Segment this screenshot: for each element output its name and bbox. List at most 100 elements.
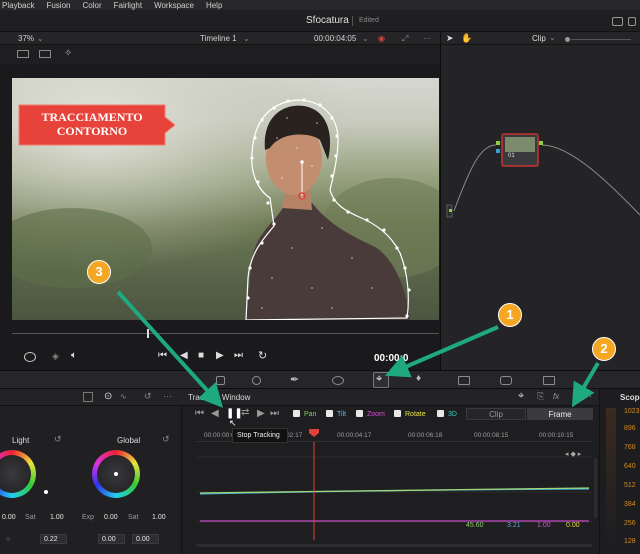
split-screen-icon[interactable] xyxy=(39,50,51,58)
audio-icon[interactable]: 🔈︎ xyxy=(71,350,77,361)
title-bar: Sfocatura Edited xyxy=(0,10,640,32)
playhead-marker[interactable] xyxy=(308,428,320,438)
keyframe-nav-icon[interactable]: ◂ ◆ ▸ xyxy=(565,451,582,458)
frame-mode-button[interactable]: Frame xyxy=(527,408,593,420)
ruler-tick: 00:00:06:18 xyxy=(408,432,443,439)
menu-help[interactable]: Help xyxy=(206,1,222,10)
global-value-2[interactable]: 0.00 xyxy=(136,536,150,543)
more-options-icon[interactable]: ··· xyxy=(583,391,592,401)
zoom-checkbox[interactable] xyxy=(356,410,363,417)
node-rgb-in[interactable] xyxy=(496,141,500,145)
wheel-handle[interactable] xyxy=(44,490,48,494)
ruler-tick: 00:00:08:15 xyxy=(474,432,509,439)
light-value[interactable]: 0.00 xyxy=(2,514,16,521)
highlight-icon[interactable]: ✧ xyxy=(64,48,72,59)
layers-icon[interactable]: ◈ xyxy=(52,351,59,362)
scrubber-track[interactable] xyxy=(12,333,439,334)
tilt-value: 3.21 xyxy=(507,522,521,529)
lightbox-icon[interactable] xyxy=(612,17,623,26)
node-rgb-out[interactable] xyxy=(539,141,543,145)
loop-icon[interactable]: ↻ xyxy=(258,349,267,362)
light-color-wheel[interactable] xyxy=(0,450,36,498)
menu-playback[interactable]: Playback xyxy=(2,1,34,10)
stop-icon[interactable]: ■ xyxy=(198,350,204,361)
key-palette-icon[interactable] xyxy=(458,376,470,385)
3d-checkbox[interactable] xyxy=(437,410,444,417)
tracker-graph[interactable]: ◂ ◆ ▸ xyxy=(197,442,592,540)
timeline-dropdown[interactable]: Timeline 1 xyxy=(200,34,237,43)
play-reverse-icon[interactable]: ◀ xyxy=(180,350,188,361)
chevron-down-icon[interactable]: ⌄ xyxy=(37,34,44,43)
last-frame-icon[interactable]: ⏭︎ xyxy=(234,350,243,361)
light-value-2[interactable]: 0.22 xyxy=(44,536,58,543)
node-key-in[interactable] xyxy=(496,149,500,153)
annotation-text: TRACCIAMENTO CONTORNO xyxy=(41,110,143,138)
chevron-down-icon[interactable]: ⌄ xyxy=(549,33,556,42)
zoom-dropdown[interactable]: 37% xyxy=(18,34,34,43)
zoom-slider-track[interactable] xyxy=(571,39,631,40)
global-value-1[interactable]: 0.00 xyxy=(102,536,116,543)
ruler-tick: 00:00:10:15 xyxy=(539,432,574,439)
viewer-scrubber[interactable] xyxy=(12,320,439,346)
tracker-scrollbar[interactable] xyxy=(196,544,592,547)
scope-tick: 512 xyxy=(624,482,636,489)
clip-mode-button[interactable]: Clip xyxy=(466,408,526,420)
window-palette-icon[interactable] xyxy=(332,376,344,385)
3d-label: 3D xyxy=(448,411,457,418)
crosshair-icon[interactable]: ⌖ xyxy=(518,390,524,403)
light-sat-label: Sat xyxy=(25,514,36,521)
play-icon[interactable]: ▶ xyxy=(216,350,224,361)
waveform-icon[interactable]: ∿ xyxy=(120,392,127,401)
3d-palette-icon[interactable] xyxy=(543,376,555,385)
node-mode-dropdown[interactable]: Clip xyxy=(532,34,546,43)
menu-fairlight[interactable]: Fairlight xyxy=(114,1,142,10)
menu-fusion[interactable]: Fusion xyxy=(46,1,70,10)
global-exp-value[interactable]: 0.00 xyxy=(104,514,118,521)
more-options-icon[interactable]: ··· xyxy=(423,34,431,43)
rotate-checkbox[interactable] xyxy=(394,410,401,417)
project-title: Sfocatura xyxy=(306,15,349,26)
reset-icon[interactable]: ↺ xyxy=(162,434,170,445)
wheel-handle[interactable] xyxy=(114,472,118,476)
pan-checkbox[interactable] xyxy=(293,410,300,417)
chevron-down-icon[interactable]: ⌄ xyxy=(243,34,250,43)
qualifier-picker-icon[interactable]: ✒ xyxy=(290,373,299,386)
track-reverse-frame-icon[interactable]: ⏮︎ xyxy=(195,408,204,419)
track-both-icon[interactable]: ⇄ xyxy=(241,407,249,418)
fullscreen-icon[interactable]: ⤢ xyxy=(402,34,408,44)
first-frame-icon[interactable]: ⏮︎ xyxy=(158,350,167,361)
tilt-checkbox[interactable] xyxy=(326,410,333,417)
scrubber-playhead[interactable] xyxy=(147,329,149,338)
inspector-icon[interactable] xyxy=(628,17,636,26)
primaries-icon[interactable]: ⊙ xyxy=(104,391,112,402)
tracker-panel-title: Tracker - Window xyxy=(188,393,251,402)
blur-palette-icon[interactable] xyxy=(252,376,261,385)
global-sat-value[interactable]: 1.00 xyxy=(152,514,166,521)
track-forward-icon[interactable]: ▶ xyxy=(257,408,265,419)
zoom-slider-handle[interactable] xyxy=(565,37,570,42)
hand-icon[interactable]: ✋ xyxy=(461,33,472,44)
transport-timecode: 00:00:0 xyxy=(374,353,409,364)
tracker-vertical-scrollbar[interactable] xyxy=(594,458,597,518)
pointer-icon[interactable]: ➤ xyxy=(446,33,454,44)
track-reverse-icon[interactable]: ◀ xyxy=(211,408,219,419)
light-sat-value[interactable]: 1.00 xyxy=(50,514,64,521)
color-picker-icon[interactable]: ◉ xyxy=(378,34,385,43)
fx-icon[interactable]: fx xyxy=(553,392,559,401)
magic-mask-icon[interactable]: ♦ xyxy=(416,373,421,384)
view-options-icon[interactable] xyxy=(24,352,36,362)
rotation-handle[interactable] xyxy=(300,160,304,164)
image-wipe-icon[interactable] xyxy=(17,50,29,58)
sizing-palette-icon[interactable] xyxy=(500,376,512,385)
node-graph[interactable]: 01 xyxy=(441,45,640,370)
track-forward-frame-icon[interactable]: ⏭︎ xyxy=(270,408,279,419)
panel-toggle-icon[interactable] xyxy=(83,392,93,402)
menu-workspace[interactable]: Workspace xyxy=(154,1,194,10)
more-options-icon[interactable]: ··· xyxy=(163,391,172,401)
menu-color[interactable]: Color xyxy=(82,1,101,10)
camera-icon[interactable]: ⎘ xyxy=(537,391,544,402)
hsl-qualifier-icon[interactable] xyxy=(216,376,225,385)
reset-icon[interactable]: ↺ xyxy=(54,434,62,445)
reset-icon[interactable]: ↺ xyxy=(144,391,152,402)
chevron-down-icon[interactable]: ⌄ xyxy=(362,34,369,43)
